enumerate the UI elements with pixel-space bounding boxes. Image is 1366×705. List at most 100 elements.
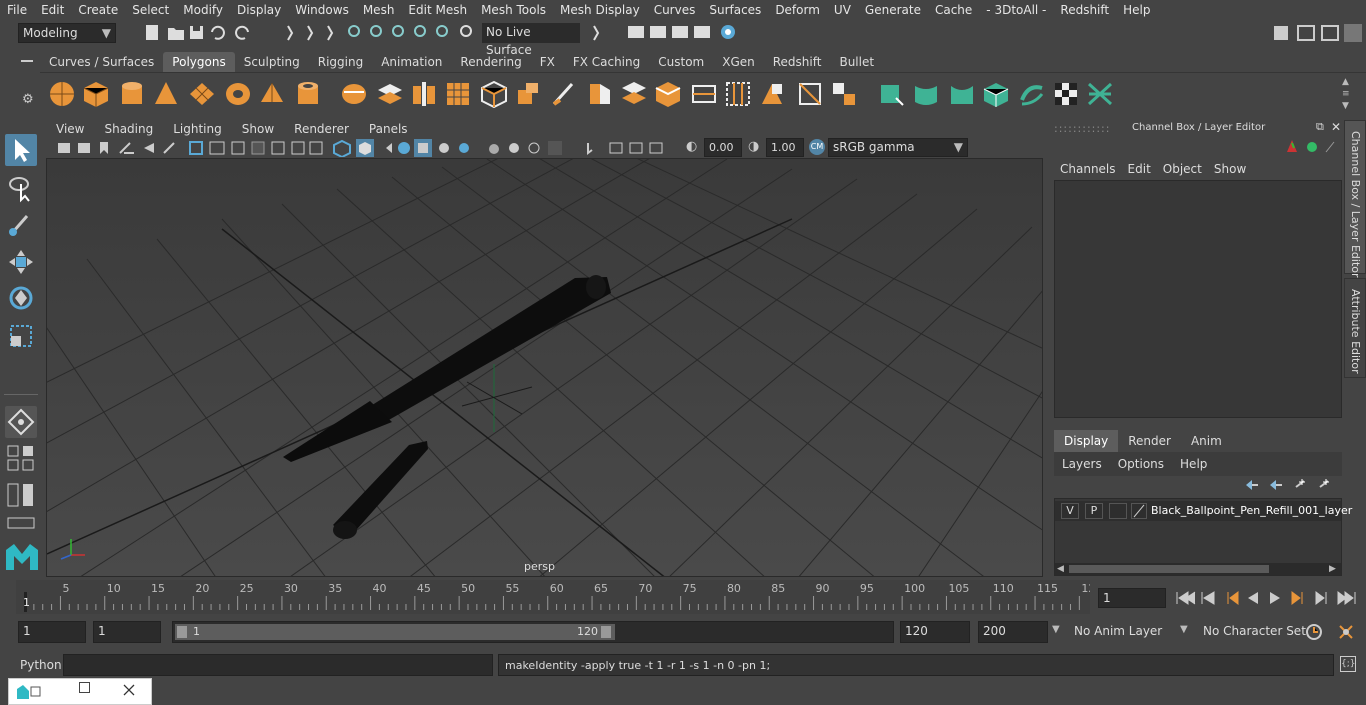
combine-icon[interactable] [340, 80, 368, 108]
menu-deform[interactable]: Deform [768, 0, 827, 20]
scroll-down-icon[interactable]: ▼ [1342, 101, 1349, 111]
viewport-menu-renderer[interactable]: Renderer [284, 122, 359, 136]
extract-icon[interactable] [410, 80, 438, 108]
scroll-up-icon[interactable]: ▲ [1342, 77, 1349, 87]
range-slider-start-handle[interactable] [177, 626, 187, 638]
uv-planar-icon[interactable] [878, 80, 906, 108]
layer-row[interactable]: V P Black_Ballpoint_Pen_Refill_001_layer [1055, 501, 1352, 521]
time-slider[interactable]: 5 10 15 20 25 30 35 40 45 50 55 60 65 70 75 80 85 90 95 100… [0, 580, 1366, 614]
command-result-field[interactable]: makeIdentity -apply true -t 1 -r 1 -s 1 … [498, 654, 1334, 676]
bevel-icon[interactable] [586, 80, 614, 108]
multi-cut-icon[interactable] [550, 80, 578, 108]
menu-cache[interactable]: Cache [928, 0, 979, 20]
menu-redshift[interactable]: Redshift [1053, 0, 1116, 20]
layer-color-swatch[interactable] [1131, 503, 1147, 519]
character-set-label[interactable]: No Character Set [1203, 624, 1306, 638]
offset-edge-loop-icon[interactable] [758, 80, 786, 108]
menu-display[interactable]: Display [230, 0, 288, 20]
viewport-panel-icons[interactable] [54, 139, 684, 157]
range-slider[interactable]: 1 120 [172, 621, 894, 643]
shelf-scroll[interactable]: ▲ ≡ ▼ [1342, 77, 1356, 113]
poly-pyramid-icon[interactable] [258, 80, 286, 108]
viewport-menu-shading[interactable]: Shading [94, 122, 163, 136]
layout-icons[interactable] [1270, 22, 1366, 44]
layer-display-type-toggle[interactable] [1109, 503, 1127, 519]
menu-create[interactable]: Create [71, 0, 125, 20]
uv-automatic-icon[interactable] [982, 80, 1010, 108]
channel-list[interactable] [1054, 180, 1342, 418]
exposure-field[interactable]: 0.00 [704, 138, 742, 157]
tab-custom[interactable]: Custom [649, 52, 713, 72]
menu-help[interactable]: Help [1116, 0, 1157, 20]
perspective-viewport[interactable]: persp [46, 158, 1043, 577]
scrollbar-thumb[interactable] [1069, 565, 1269, 573]
menu-generate[interactable]: Generate [858, 0, 928, 20]
render-tool-icons[interactable] [588, 22, 748, 44]
workspace-dropdown[interactable]: Modeling ▼ [18, 23, 116, 43]
command-language-label[interactable]: Python [20, 658, 62, 672]
scale-tool-button[interactable] [5, 320, 37, 352]
smooth-icon[interactable] [444, 80, 472, 108]
range-slider-bar[interactable]: 1 120 [175, 624, 615, 640]
command-input[interactable] [63, 654, 493, 676]
script-editor-icon[interactable]: {;} [1340, 656, 1356, 672]
tab-curves-surfaces[interactable]: Curves / Surfaces [40, 52, 163, 72]
menu-mesh-display[interactable]: Mesh Display [553, 0, 647, 20]
layer-tool-icons[interactable] [1242, 477, 1342, 493]
side-tab-attribute-editor[interactable]: Attribute Editor [1344, 278, 1366, 378]
maximize-icon[interactable] [79, 682, 90, 693]
viewport-menu-show[interactable]: Show [232, 122, 284, 136]
layer-visibility-toggle[interactable]: V [1061, 503, 1079, 519]
menu-edit-mesh[interactable]: Edit Mesh [401, 0, 474, 20]
playback-end-field[interactable]: 120 [900, 621, 970, 643]
select-tool-button[interactable] [5, 134, 37, 166]
tab-sculpting[interactable]: Sculpting [235, 52, 309, 72]
show-manipulator-button[interactable] [5, 406, 37, 438]
tab-render[interactable]: Render [1118, 430, 1181, 452]
chevron-down-icon[interactable]: ▼ [1052, 624, 1060, 635]
range-tool-icons[interactable] [1304, 622, 1358, 642]
poly-cone-icon[interactable] [152, 80, 180, 108]
menu-curves[interactable]: Curves [647, 0, 703, 20]
scroll-right-icon[interactable]: ▶ [1329, 564, 1336, 574]
rotate-tool-button[interactable] [5, 282, 37, 314]
insert-edge-loop-icon[interactable] [724, 80, 752, 108]
paint-select-tool-button[interactable] [5, 208, 37, 240]
viewport-menu-panels[interactable]: Panels [359, 122, 418, 136]
channel-box-menu-object[interactable]: Object [1157, 162, 1208, 176]
poly-cylinder-icon[interactable] [118, 80, 146, 108]
poly-torus-icon[interactable] [224, 80, 252, 108]
colorspace-dropdown[interactable]: sRGB gamma ▼ [828, 138, 968, 157]
uv-cut-sew-icon[interactable] [1018, 80, 1046, 108]
tab-polygons[interactable]: Polygons [163, 52, 235, 72]
panel-grip[interactable]: :::::::::::: [1054, 122, 1110, 135]
uv-checker-icon[interactable] [1052, 80, 1080, 108]
scene-start-field[interactable]: 1 [18, 621, 86, 643]
poly-sphere-icon[interactable] [48, 80, 76, 108]
time-ruler[interactable]: 5 10 15 20 25 30 35 40 45 50 55 60 65 70 75 80 85 90 95 100… [16, 580, 1090, 614]
tab-fx-caching[interactable]: FX Caching [564, 52, 649, 72]
viewport-menu-view[interactable]: View [46, 122, 94, 136]
channel-box-menu-edit[interactable]: Edit [1122, 162, 1157, 176]
menu-3dtoall[interactable]: - 3DtoAll - [979, 0, 1053, 20]
menu-file[interactable]: File [0, 0, 34, 20]
close-icon[interactable] [123, 684, 135, 696]
anim-layer-label[interactable]: No Anim Layer [1074, 624, 1162, 638]
playback-start-field[interactable]: 1 [93, 621, 161, 643]
layer-menu-layers[interactable]: Layers [1054, 457, 1110, 471]
layer-playback-toggle[interactable]: P [1085, 503, 1103, 519]
playback-controls[interactable] [1174, 589, 1364, 607]
uv-layout-icon[interactable] [1086, 80, 1114, 108]
tab-xgen[interactable]: XGen [713, 52, 764, 72]
menu-icon[interactable] [21, 60, 33, 62]
tab-bullet[interactable]: Bullet [830, 52, 883, 72]
layer-menu-options[interactable]: Options [1110, 457, 1172, 471]
tab-anim[interactable]: Anim [1181, 430, 1232, 452]
current-frame-field[interactable]: 1 [1098, 588, 1166, 608]
channel-box-status-icons[interactable] [1284, 138, 1340, 156]
layer-name[interactable]: Black_Ballpoint_Pen_Refill_001_layer [1151, 504, 1352, 517]
poly-plane-icon[interactable] [188, 80, 216, 108]
separate-icon[interactable] [376, 80, 404, 108]
layout-preset-icons[interactable] [6, 444, 38, 538]
append-icon[interactable] [690, 80, 718, 108]
